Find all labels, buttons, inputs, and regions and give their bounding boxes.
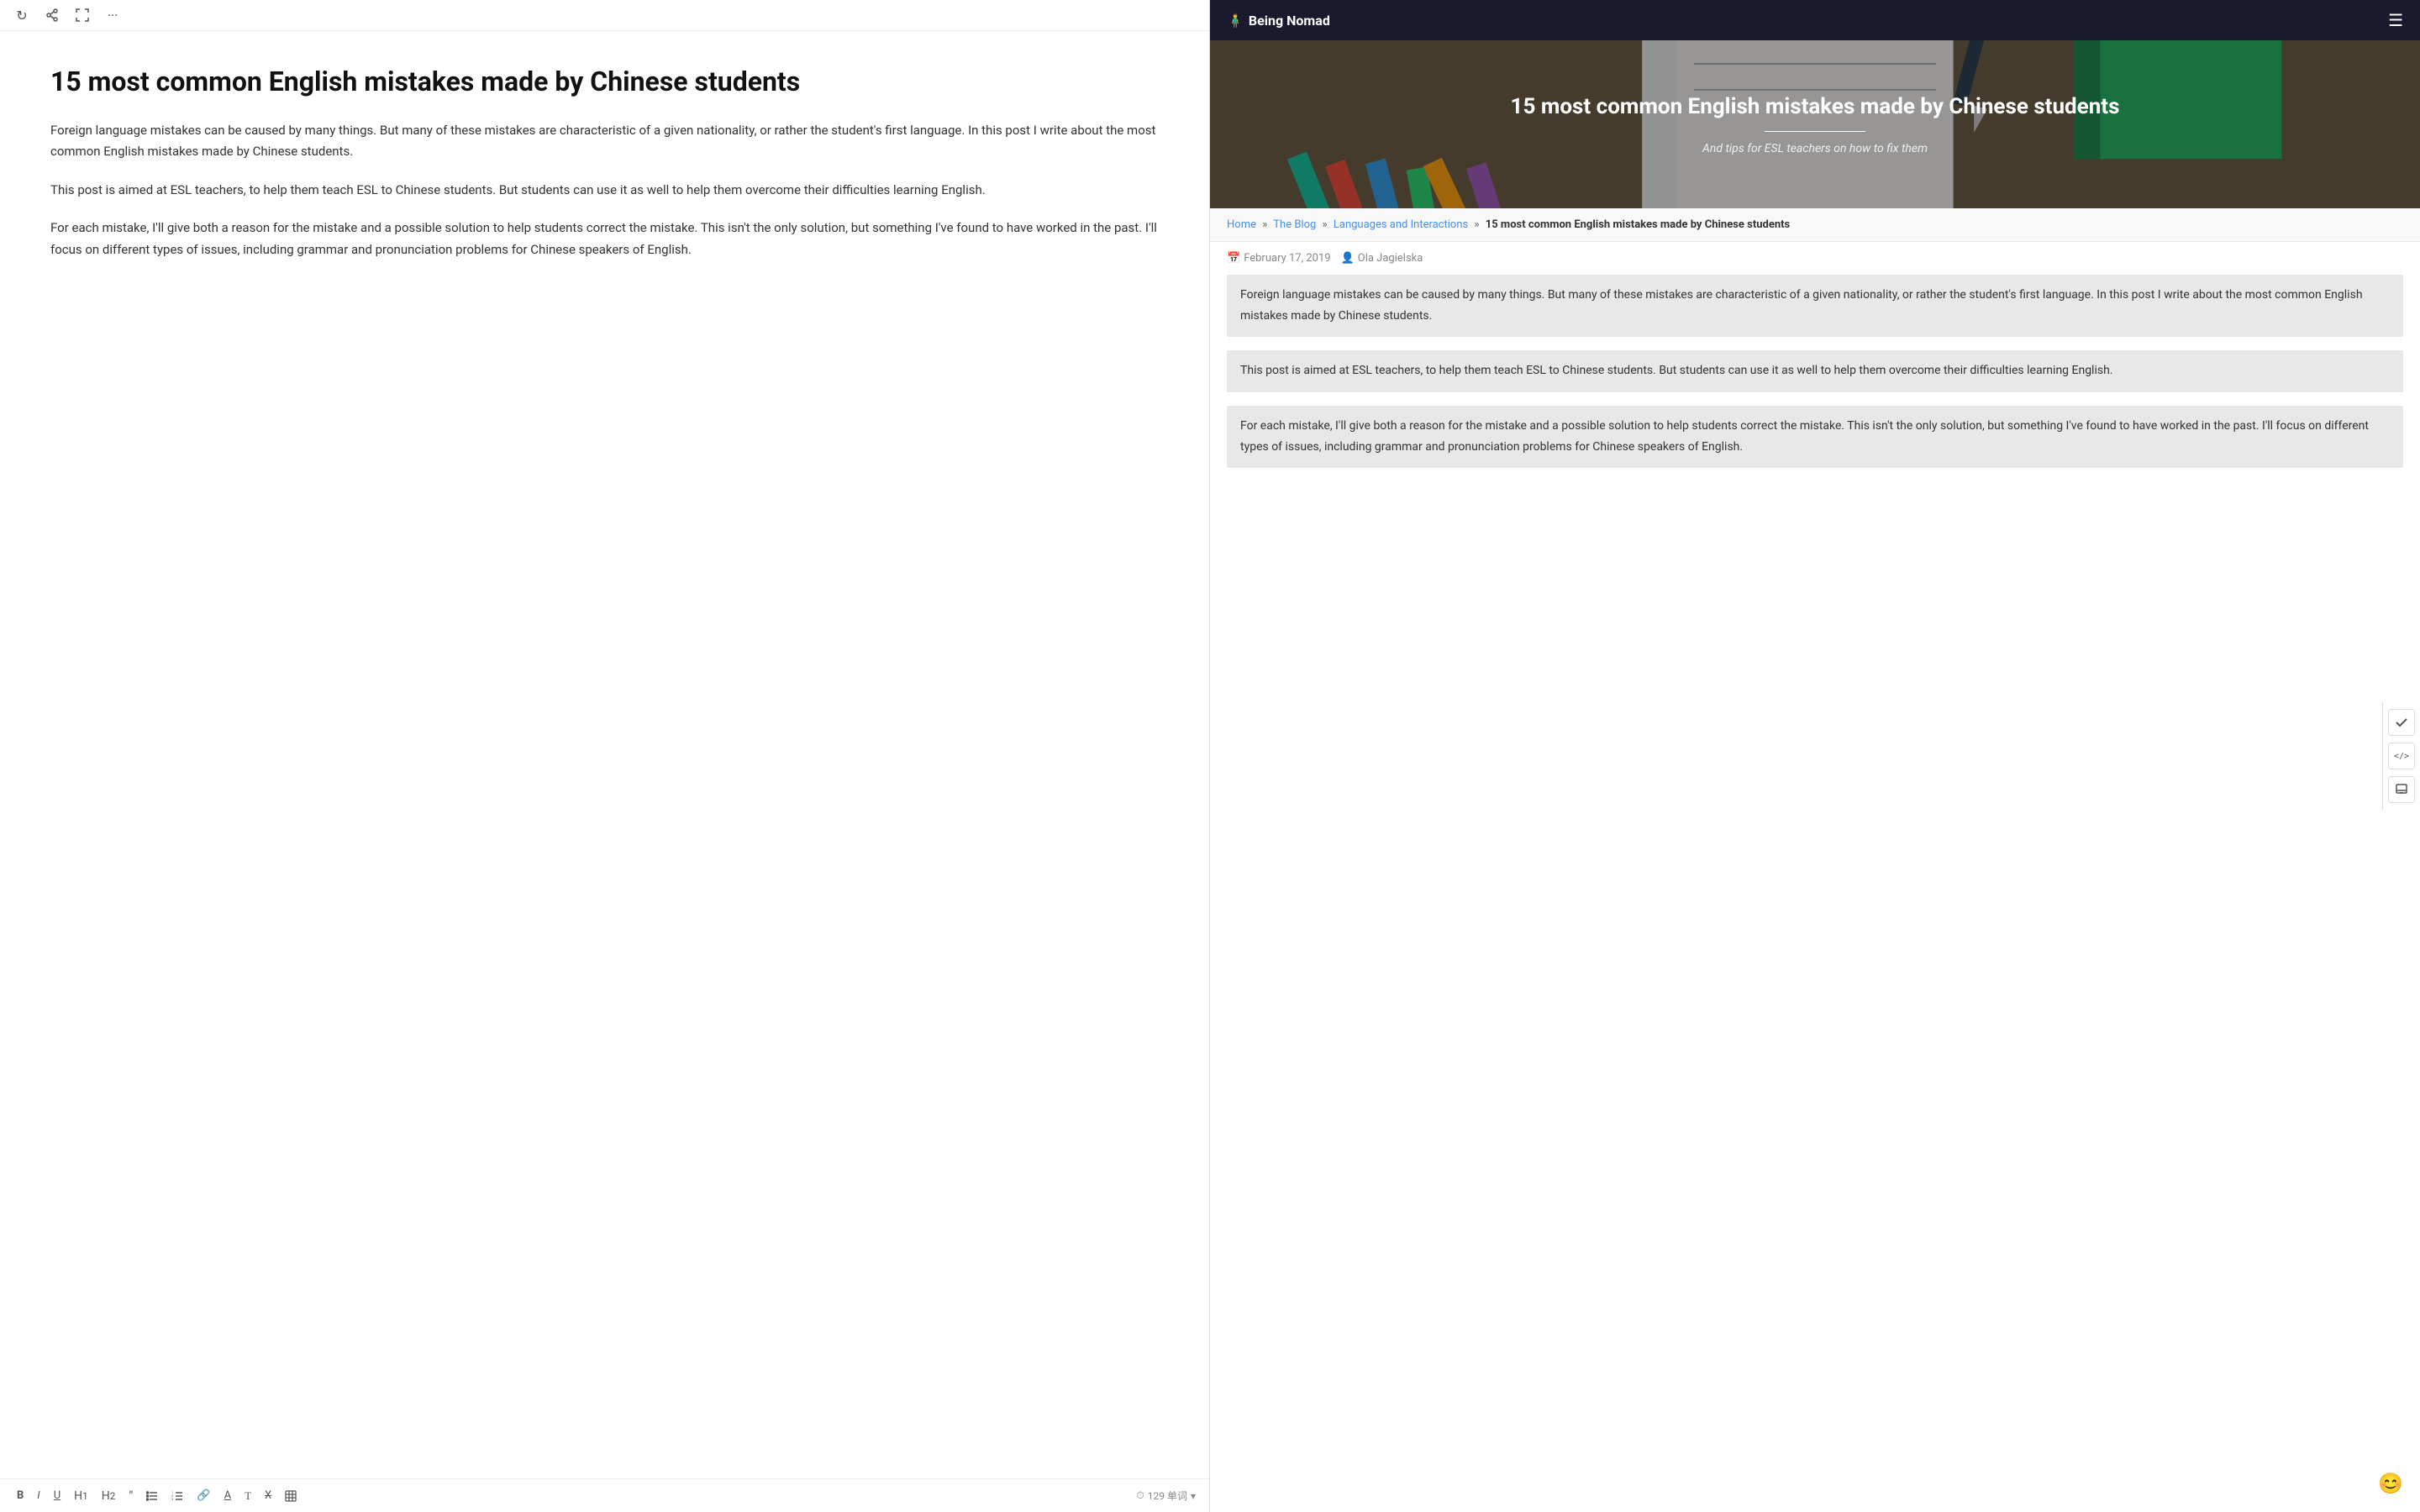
tray-icon[interactable] — [2388, 776, 2415, 803]
strikethrough-button[interactable]: X — [261, 1488, 275, 1504]
post-date: 📅 February 17, 2019 — [1227, 252, 1331, 265]
logo-icon: 🧍‍♂️ — [1227, 13, 1244, 29]
clock-icon: ⏱ — [1136, 1489, 1144, 1502]
post-date-value: February 17, 2019 — [1244, 252, 1330, 265]
share-icon[interactable] — [44, 7, 60, 24]
h1-button[interactable]: H1 — [71, 1488, 92, 1504]
word-count-chevron: ▾ — [1191, 1490, 1196, 1502]
site-navigation: 🧍‍♂️ Being Nomad ☰ — [1210, 0, 2420, 40]
post-body: Foreign language mistakes can be caused … — [1210, 275, 2420, 498]
word-count-value: 129 单词 — [1148, 1488, 1187, 1503]
post-author: 👤 Ola Jagielska — [1341, 252, 1423, 265]
article-title: 15 most common English mistakes made by … — [50, 65, 1159, 100]
word-count[interactable]: ⏱ 129 单词 ▾ — [1136, 1488, 1196, 1503]
hero-section: 15 most common English mistakes made by … — [1210, 40, 2420, 208]
breadcrumb-home[interactable]: Home — [1227, 218, 1256, 231]
calendar-icon: 📅 — [1227, 252, 1240, 265]
hero-subtitle: And tips for ESL teachers on how to fix … — [1702, 142, 1928, 155]
link-button[interactable]: 🔗 — [193, 1488, 213, 1504]
breadcrumb-sep-3: » — [1474, 218, 1479, 231]
side-action-icons: </> — [2382, 702, 2420, 810]
breadcrumb-category[interactable]: Languages and Interactions — [1334, 218, 1468, 231]
emoji-button[interactable]: 😊 — [2378, 1472, 2403, 1495]
site-logo: 🧍‍♂️ Being Nomad — [1227, 13, 1330, 29]
hero-title: 15 most common English mistakes made by … — [1511, 93, 2120, 122]
list-unordered-button[interactable] — [143, 1488, 161, 1504]
editor-panel: ↻ ··· 15 most common English mistakes ma… — [0, 0, 1210, 1512]
hero-overlay — [1210, 40, 2420, 208]
post-paragraph-1: Foreign language mistakes can be caused … — [1227, 275, 2403, 337]
bold-button[interactable]: B — [13, 1488, 27, 1504]
breadcrumb-current: 15 most common English mistakes made by … — [1486, 218, 1790, 231]
table-button[interactable] — [281, 1488, 300, 1504]
more-icon[interactable]: ··· — [104, 7, 121, 24]
article-paragraph-1: Foreign language mistakes can be caused … — [50, 120, 1159, 163]
editor-bottom-toolbar: B I U H1 H2 " 1 2 3 🔗 A T X — [0, 1478, 1209, 1512]
underline-button[interactable]: U — [50, 1488, 64, 1504]
article-paragraph-2: This post is aimed at ESL teachers, to h… — [50, 180, 1159, 202]
breadcrumb-sep-2: » — [1323, 218, 1328, 231]
browser-preview-panel: 🧍‍♂️ Being Nomad ☰ — [1210, 0, 2420, 1512]
hero-divider — [1765, 131, 1865, 132]
breadcrumb-blog[interactable]: The Blog — [1273, 218, 1316, 231]
expand-icon[interactable] — [74, 7, 91, 24]
post-paragraph-2: This post is aimed at ESL teachers, to h… — [1227, 350, 2403, 391]
breadcrumb: Home » The Blog » Languages and Interact… — [1210, 208, 2420, 242]
refresh-icon[interactable]: ↻ — [13, 7, 30, 24]
code-alt-icon[interactable]: </> — [2388, 743, 2415, 769]
svg-text:3: 3 — [171, 1497, 173, 1501]
text-underline-button[interactable]: A — [221, 1488, 234, 1504]
hamburger-menu-icon[interactable]: ☰ — [2388, 10, 2403, 30]
list-ordered-button[interactable]: 1 2 3 — [168, 1488, 187, 1504]
post-paragraph-3: For each mistake, I'll give both a reaso… — [1227, 406, 2403, 468]
editor-content-area[interactable]: 15 most common English mistakes made by … — [0, 31, 1209, 1478]
italic-button[interactable]: I — [34, 1488, 43, 1504]
post-author-name: Ola Jagielska — [1358, 252, 1423, 265]
article-paragraph-3: For each mistake, I'll give both a reaso… — [50, 218, 1159, 260]
post-metadata: 📅 February 17, 2019 👤 Ola Jagielska — [1210, 242, 2420, 275]
breadcrumb-sep-1: » — [1262, 218, 1267, 231]
editor-top-toolbar: ↻ ··· — [0, 0, 1209, 31]
check-icon[interactable] — [2388, 709, 2415, 736]
h2-button[interactable]: H2 — [98, 1488, 119, 1504]
quote-button[interactable]: " — [125, 1486, 136, 1505]
paragraph-button[interactable]: T — [241, 1488, 255, 1504]
logo-text: Being Nomad — [1249, 13, 1330, 29]
author-icon: 👤 — [1341, 252, 1355, 265]
